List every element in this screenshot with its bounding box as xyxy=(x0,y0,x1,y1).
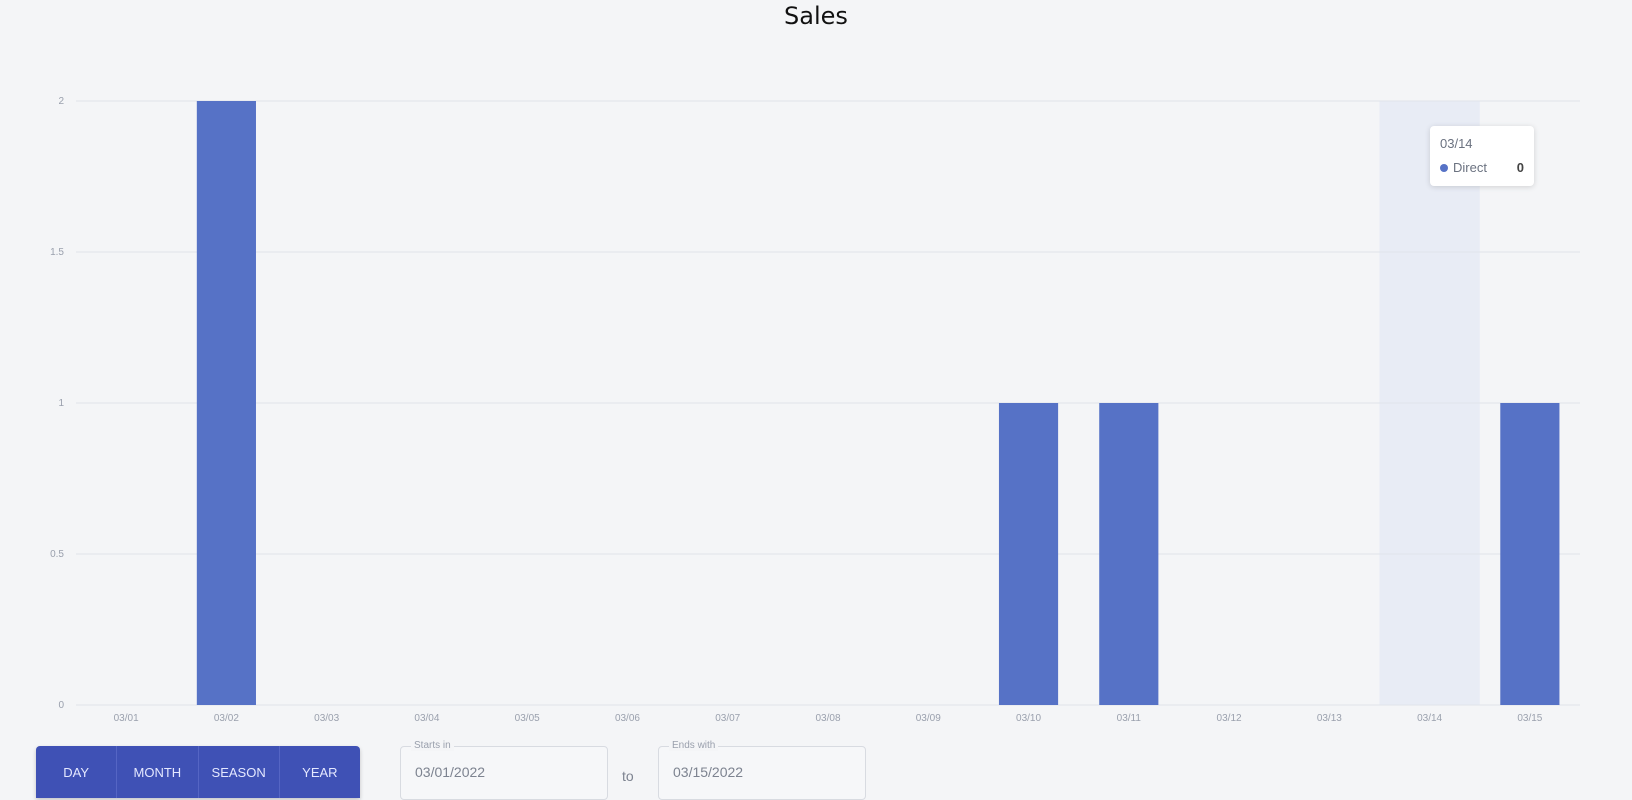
x-tick-label: 03/13 xyxy=(1317,713,1342,724)
x-tick-label: 03/02 xyxy=(214,713,239,724)
range-button-group: DAY MONTH SEASON YEAR xyxy=(36,746,360,798)
x-tick-label: 03/04 xyxy=(414,713,439,724)
x-tick-label: 03/15 xyxy=(1517,713,1542,724)
y-tick-label: 0 xyxy=(58,700,64,711)
x-tick-label: 03/08 xyxy=(815,713,840,724)
y-tick-label: 1 xyxy=(58,398,64,409)
range-year-button[interactable]: YEAR xyxy=(280,746,360,798)
range-day-button[interactable]: DAY xyxy=(36,746,118,798)
range-season-button[interactable]: SEASON xyxy=(199,746,280,798)
start-date-field: Starts in xyxy=(400,740,608,800)
sales-bar-chart: 0 0.5 1 1.5 2 03/01 03/02 03/03 03/04 03/05 03/06 0… xyxy=(50,96,1580,724)
date-range-separator: to xyxy=(622,768,634,784)
tooltip-series-name: Direct xyxy=(1453,160,1487,175)
x-tick-label: 03/12 xyxy=(1217,713,1242,724)
x-tick-label: 03/11 xyxy=(1117,713,1142,724)
y-tick-label: 1.5 xyxy=(50,247,64,258)
x-tick-label: 03/07 xyxy=(715,713,740,724)
y-tick-label: 2 xyxy=(58,96,64,107)
y-tick-label: 0.5 xyxy=(50,549,64,560)
x-tick-label: 03/09 xyxy=(916,713,941,724)
x-tick-label: 03/05 xyxy=(515,713,540,724)
tooltip-date: 03/14 xyxy=(1440,136,1473,151)
end-date-field: Ends with xyxy=(658,740,866,800)
series-color-dot xyxy=(1440,163,1448,172)
x-tick-label: 03/01 xyxy=(114,713,139,724)
x-tick-label: 03/06 xyxy=(615,713,640,724)
x-tick-label: 03/03 xyxy=(314,713,339,724)
x-tick-label: 03/14 xyxy=(1417,713,1442,724)
start-date-label: Starts in xyxy=(411,740,454,751)
end-date-label: Ends with xyxy=(669,740,719,751)
tooltip-value: 0 xyxy=(1516,160,1524,175)
bar[interactable] xyxy=(1500,403,1560,705)
bar[interactable] xyxy=(196,101,256,705)
end-date-input[interactable] xyxy=(671,763,855,781)
range-month-button[interactable]: MONTH xyxy=(117,746,199,798)
start-date-input[interactable] xyxy=(413,763,597,781)
x-tick-label: 03/10 xyxy=(1016,713,1041,724)
chart-tooltip: 03/14 Direct 0 xyxy=(1430,126,1534,186)
bar[interactable] xyxy=(1099,403,1159,705)
bar[interactable] xyxy=(998,403,1059,705)
